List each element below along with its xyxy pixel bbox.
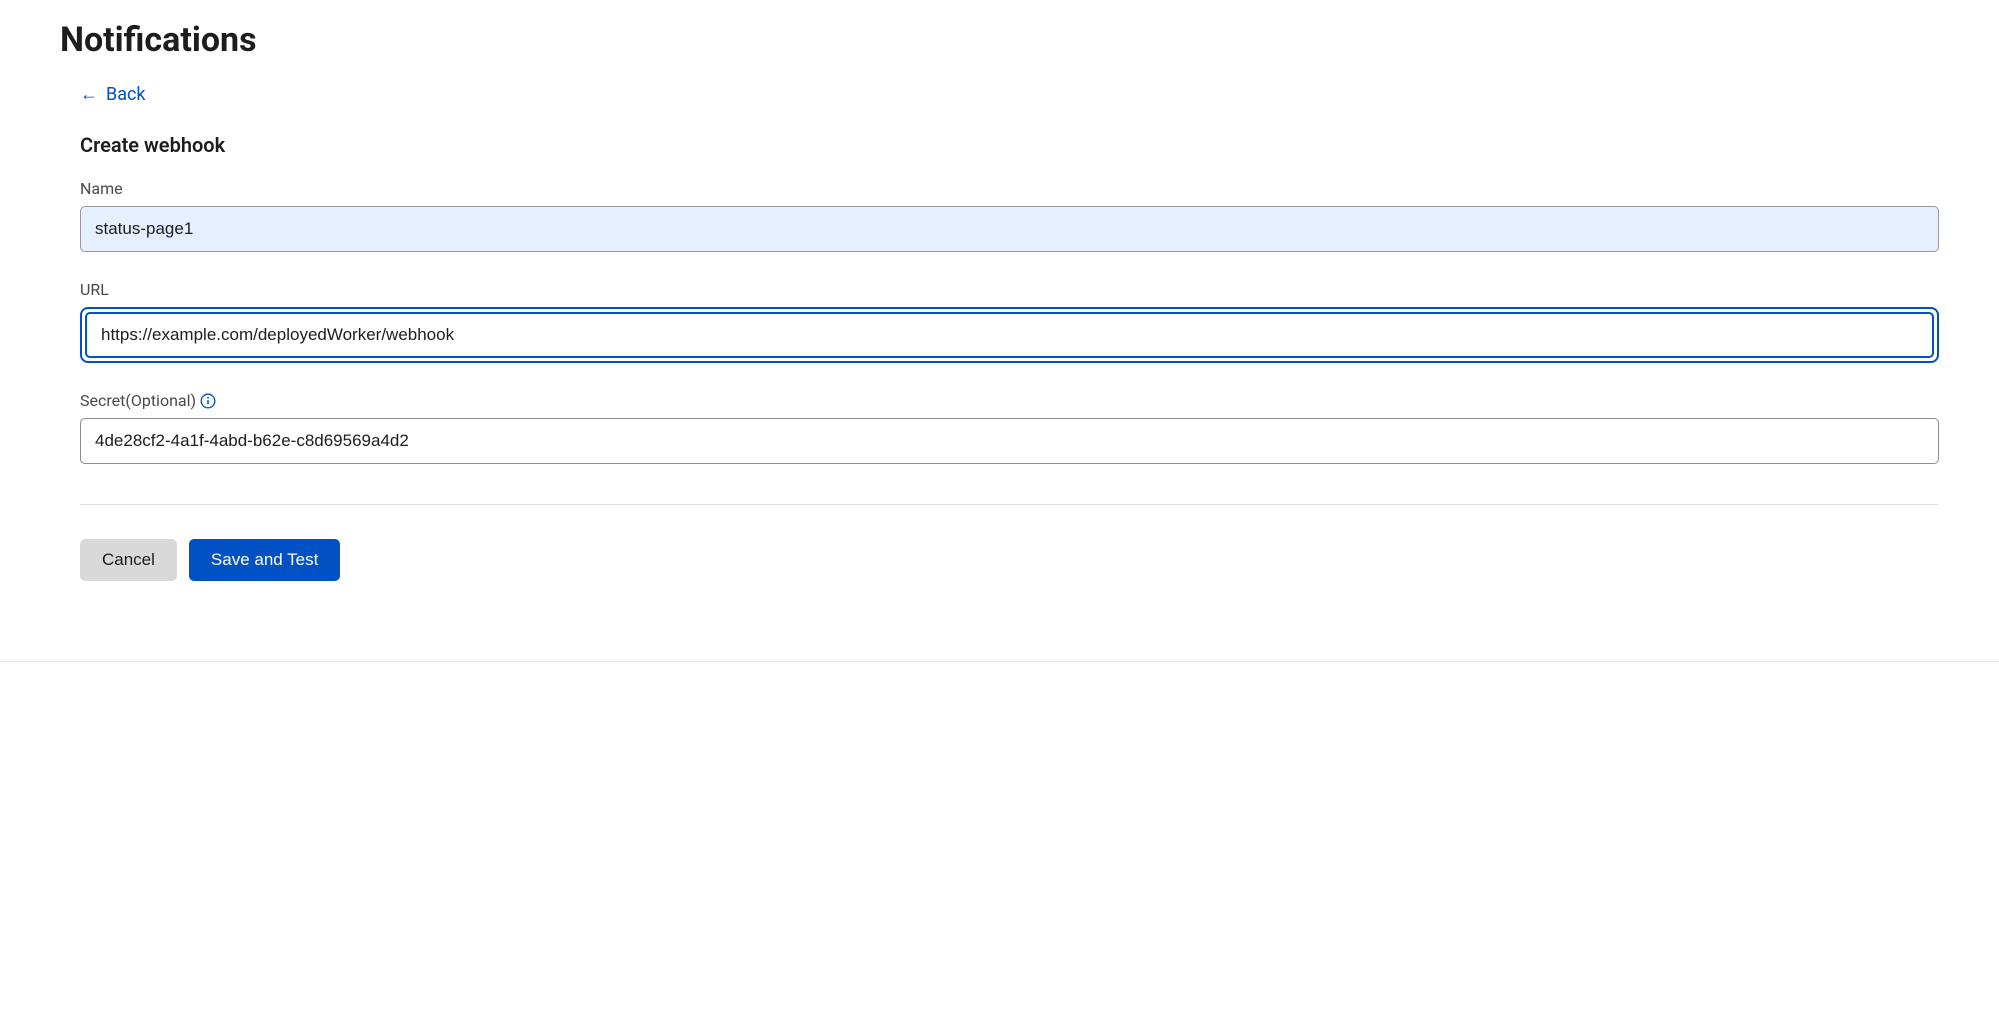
save-button[interactable]: Save and Test <box>189 539 340 581</box>
url-label: URL <box>80 280 1939 299</box>
secret-label: Secret(Optional) <box>80 391 196 410</box>
name-input[interactable] <box>80 206 1939 252</box>
name-field-group: Name <box>80 179 1939 252</box>
arrow-left-icon: ← <box>80 86 98 104</box>
url-input[interactable] <box>85 312 1934 358</box>
back-link-label: Back <box>106 84 146 105</box>
url-field-group: URL <box>80 280 1939 363</box>
url-input-focus-ring <box>80 307 1939 363</box>
page-bottom-divider <box>0 661 1999 662</box>
info-icon[interactable] <box>200 393 216 409</box>
divider <box>80 504 1939 505</box>
cancel-button[interactable]: Cancel <box>80 539 177 581</box>
secret-field-group: Secret(Optional) <box>80 391 1939 464</box>
section-title: Create webhook <box>80 133 1939 157</box>
name-label: Name <box>80 179 1939 198</box>
secret-input[interactable] <box>80 418 1939 464</box>
page-title: Notifications <box>60 20 1939 60</box>
back-link[interactable]: ← Back <box>80 84 146 105</box>
button-row: Cancel Save and Test <box>80 539 1939 581</box>
secret-label-wrap: Secret(Optional) <box>80 391 216 410</box>
